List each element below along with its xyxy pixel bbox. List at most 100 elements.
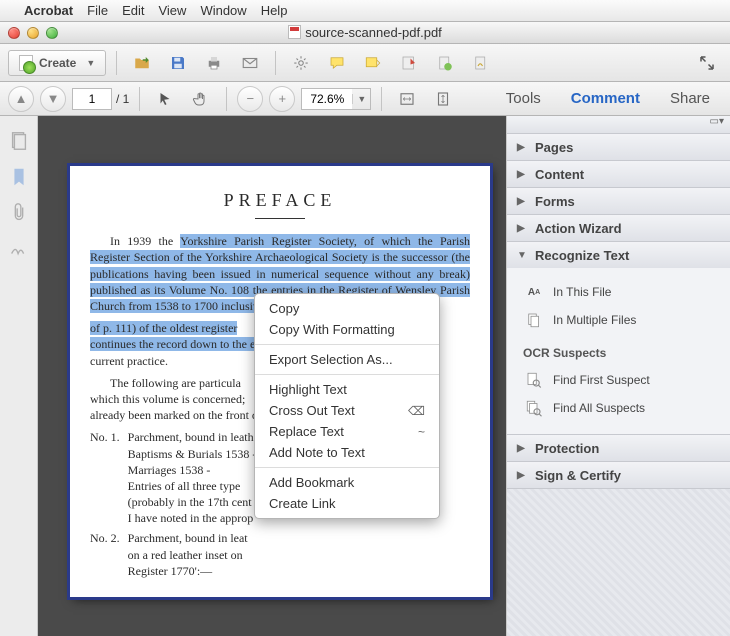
window-titlebar: source-scanned-pdf.pdf [0,22,730,44]
create-label: Create [39,56,76,70]
chevron-right-icon: ▶ [517,470,527,481]
left-nav-rail [0,116,38,636]
ctx-highlight-text[interactable]: Highlight Text [255,379,439,400]
navigation-toolbar: ▲ ▼ / 1 − + ▼ Tools Comment Share [0,82,730,116]
window-title: source-scanned-pdf.pdf [0,25,730,40]
chevron-right-icon: ▶ [517,223,527,234]
chevron-down-icon: ▼ [517,250,527,261]
ctx-replace-text[interactable]: Replace Text~ [255,421,439,442]
ctx-copy-formatting[interactable]: Copy With Formatting [255,319,439,340]
recognize-text-body: AA In This File In Multiple Files OCR Su… [507,268,730,434]
ctx-add-bookmark[interactable]: Add Bookmark [255,472,439,493]
create-page-icon [19,55,33,71]
acc-action-wizard[interactable]: ▶Action Wizard [507,215,730,241]
attachments-icon[interactable] [8,202,30,224]
tilde-icon: ~ [418,425,425,439]
attach-page-button[interactable] [430,50,460,76]
pdf-file-icon [288,25,301,39]
acc-recognize-text[interactable]: ▼Recognize Text [507,242,730,268]
prev-page-button[interactable]: ▲ [8,86,34,112]
tools-tab[interactable]: Tools [494,90,553,107]
thumbnails-icon[interactable] [8,130,30,152]
system-menubar: Acrobat File Edit View Window Help [0,0,730,22]
text-file-icon: AA [525,283,543,301]
select-tool-button[interactable] [150,86,180,112]
file-menu[interactable]: File [87,3,108,18]
toolbar-separator [275,51,276,75]
ctx-export-selection[interactable]: Export Selection As... [255,349,439,370]
fit-width-button[interactable] [392,86,422,112]
page-number-input[interactable] [72,88,112,110]
ctx-create-link[interactable]: Create Link [255,493,439,514]
chevron-down-icon[interactable]: ▼ [352,94,370,104]
minimize-window-button[interactable] [27,27,39,39]
chevron-right-icon: ▶ [517,169,527,180]
fit-page-button[interactable] [428,86,458,112]
find-all-suspects[interactable]: Find All Suspects [525,394,716,422]
help-menu[interactable]: Help [261,3,288,18]
zoom-window-button[interactable] [46,27,58,39]
save-button[interactable] [163,50,193,76]
comment-bubble-button[interactable] [322,50,352,76]
search-page-icon [525,371,543,389]
chevron-down-icon: ▼ [86,58,95,68]
recognize-in-multiple-files[interactable]: In Multiple Files [525,306,716,334]
right-tools-panel: ▭▾ ▶Pages ▶Content ▶Forms ▶Action Wizard… [506,116,730,636]
bookmarks-icon[interactable] [8,166,30,188]
chevron-right-icon: ▶ [517,142,527,153]
page-total-label: / 1 [116,92,129,106]
sign-button[interactable] [466,50,496,76]
acc-protection[interactable]: ▶Protection [507,435,730,461]
toolbar-separator [226,87,227,111]
heading-rule [255,218,305,219]
zoom-out-button[interactable]: − [237,86,263,112]
recognize-in-this-file[interactable]: AA In This File [525,278,716,306]
acc-content[interactable]: ▶Content [507,161,730,187]
find-first-suspect[interactable]: Find First Suspect [525,366,716,394]
stamp-button[interactable] [394,50,424,76]
next-page-button[interactable]: ▼ [40,86,66,112]
ctx-copy[interactable]: Copy [255,298,439,319]
edit-menu[interactable]: Edit [122,3,144,18]
share-tab[interactable]: Share [658,90,722,107]
email-button[interactable] [235,50,265,76]
ocr-suspects-heading: OCR Suspects [523,346,716,360]
toolbar-separator [116,51,117,75]
search-pages-icon [525,399,543,417]
zoom-in-button[interactable]: + [269,86,295,112]
create-button[interactable]: Create ▼ [8,50,106,76]
panel-empty-area [507,489,730,636]
highlight-tool-button[interactable] [358,50,388,76]
window-menu[interactable]: Window [200,3,246,18]
hand-tool-button[interactable] [186,86,216,112]
zoom-input[interactable] [302,89,352,109]
context-menu: Copy Copy With Formatting Export Selecti… [254,293,440,519]
zoom-select[interactable]: ▼ [301,88,371,110]
toolbar-separator [139,87,140,111]
list-item: No. 2. Parchment, bound in leat on a red… [90,530,470,579]
primary-toolbar: Create ▼ [0,44,730,82]
ctx-cross-out-text[interactable]: Cross Out Text⌫ [255,400,439,421]
settings-button[interactable] [286,50,316,76]
chevron-right-icon: ▶ [517,196,527,207]
ctx-add-note[interactable]: Add Note to Text [255,442,439,463]
view-menu[interactable]: View [158,3,186,18]
chevron-right-icon: ▶ [517,443,527,454]
toolbar-separator [381,87,382,111]
document-viewport[interactable]: PREFACE In 1939 the Yorkshire Parish Reg… [38,116,506,636]
page-heading: PREFACE [90,188,470,212]
open-file-button[interactable] [127,50,157,76]
print-button[interactable] [199,50,229,76]
close-window-button[interactable] [8,27,20,39]
signatures-icon[interactable] [8,238,30,260]
app-menu[interactable]: Acrobat [24,3,73,18]
workspace: PREFACE In 1939 the Yorkshire Parish Reg… [0,116,730,636]
panel-menu-button[interactable]: ▭▾ [507,116,730,134]
comment-tab[interactable]: Comment [559,90,652,107]
backspace-icon: ⌫ [408,404,425,418]
acc-forms[interactable]: ▶Forms [507,188,730,214]
pages-icon [525,311,543,329]
acc-sign-certify[interactable]: ▶Sign & Certify [507,462,730,488]
fullscreen-button[interactable] [692,50,722,76]
acc-pages[interactable]: ▶Pages [507,134,730,160]
